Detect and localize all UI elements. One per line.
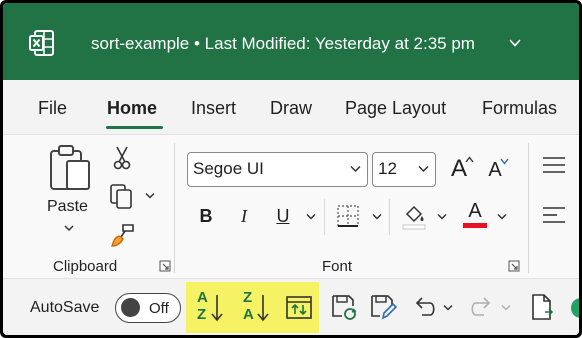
sort-z-to-a-button[interactable]: Z A [239, 287, 273, 327]
autosave-label: AutoSave [30, 299, 100, 316]
align-top-icon[interactable] [541, 155, 567, 175]
sort-az-top-letter: A [197, 289, 208, 306]
tab-file[interactable]: File [38, 98, 67, 119]
new-document-icon[interactable] [528, 292, 556, 322]
chevron-down-icon[interactable] [497, 213, 507, 220]
separator [389, 199, 390, 235]
increase-font-size-button[interactable]: A [444, 153, 474, 185]
share-icon[interactable] [567, 296, 579, 320]
quick-access-toolbar: AutoSave Off A Z Z A [3, 280, 579, 335]
undo-icon[interactable] [410, 293, 438, 321]
chevron-down-icon [418, 165, 429, 173]
font-name-value: Segoe UI [193, 159, 264, 178]
clipboard-group-label: Clipboard [53, 258, 118, 275]
group-separator [174, 143, 175, 273]
caret-down-icon [500, 158, 509, 165]
fill-color-icon[interactable] [399, 201, 429, 231]
ribbon: Paste Clipboard Segoe UI 12 A A B I U A … [3, 134, 579, 279]
dialog-launcher-icon[interactable] [159, 260, 171, 272]
font-color-swatch [463, 222, 487, 228]
excel-window: sort-example • Last Modified: Yesterday … [3, 3, 579, 335]
font-size-dropdown[interactable]: 12 [372, 152, 436, 187]
tab-home[interactable]: Home [107, 98, 157, 119]
tab-page-layout[interactable]: Page Layout [345, 98, 446, 119]
chevron-down-icon[interactable] [372, 213, 382, 220]
chevron-down-icon[interactable] [508, 36, 522, 50]
italic-button[interactable]: I [231, 201, 257, 231]
sort-za-top-letter: Z [243, 289, 253, 306]
borders-icon[interactable] [335, 203, 361, 229]
cut-icon[interactable] [111, 145, 133, 171]
custom-sort-icon[interactable] [284, 292, 314, 322]
chevron-down-icon[interactable] [443, 304, 453, 311]
window-frame: sort-example • Last Modified: Yesterday … [0, 0, 582, 338]
chevron-down-icon[interactable] [145, 192, 155, 199]
document-title[interactable]: sort-example • Last Modified: Yesterday … [91, 34, 475, 54]
chevron-down-icon[interactable] [63, 223, 75, 233]
group-separator [528, 143, 529, 273]
separator [324, 199, 325, 235]
bold-button[interactable]: B [193, 201, 219, 231]
dialog-launcher-icon[interactable] [508, 260, 520, 272]
align-left-icon[interactable] [541, 205, 567, 225]
title-bar: sort-example • Last Modified: Yesterday … [3, 3, 579, 80]
sort-descending-icon [257, 295, 269, 322]
tab-draw[interactable]: Draw [270, 98, 312, 119]
chevron-down-icon[interactable] [501, 304, 511, 311]
save-refresh-icon[interactable] [329, 292, 359, 322]
active-tab-indicator [106, 126, 163, 129]
caret-up-icon [465, 156, 474, 163]
chevron-down-icon[interactable] [437, 213, 447, 220]
paste-icon[interactable] [47, 143, 95, 195]
font-color-icon: A [468, 199, 482, 222]
toggle-knob [121, 298, 140, 317]
excel-logo-icon[interactable] [29, 30, 55, 56]
copy-icon[interactable] [108, 182, 136, 210]
redo-icon[interactable] [468, 293, 496, 321]
paste-button[interactable]: Paste [47, 198, 88, 216]
tab-formulas[interactable]: Formulas [482, 98, 557, 119]
ribbon-tabs: File Home Insert Draw Page Layout Formul… [3, 80, 579, 134]
save-edit-icon[interactable] [368, 292, 398, 322]
chevron-down-icon [350, 165, 361, 173]
decrease-font-size-button[interactable]: A [481, 155, 509, 185]
sort-za-bottom-letter: A [243, 306, 254, 323]
tab-insert[interactable]: Insert [191, 98, 236, 119]
underline-button[interactable]: U [270, 201, 296, 231]
sort-a-to-z-button[interactable]: A Z [193, 287, 227, 327]
sort-az-bottom-letter: Z [197, 306, 207, 323]
chevron-down-icon[interactable] [306, 213, 316, 220]
font-size-value: 12 [378, 159, 397, 178]
font-group-label: Font [322, 258, 353, 275]
format-painter-icon[interactable] [109, 221, 137, 249]
font-color-button[interactable]: A [461, 199, 489, 229]
sort-ascending-icon [211, 295, 223, 322]
font-name-dropdown[interactable]: Segoe UI [187, 152, 368, 187]
autosave-toggle[interactable]: Off [115, 293, 181, 323]
toggle-state: Off [149, 300, 169, 317]
